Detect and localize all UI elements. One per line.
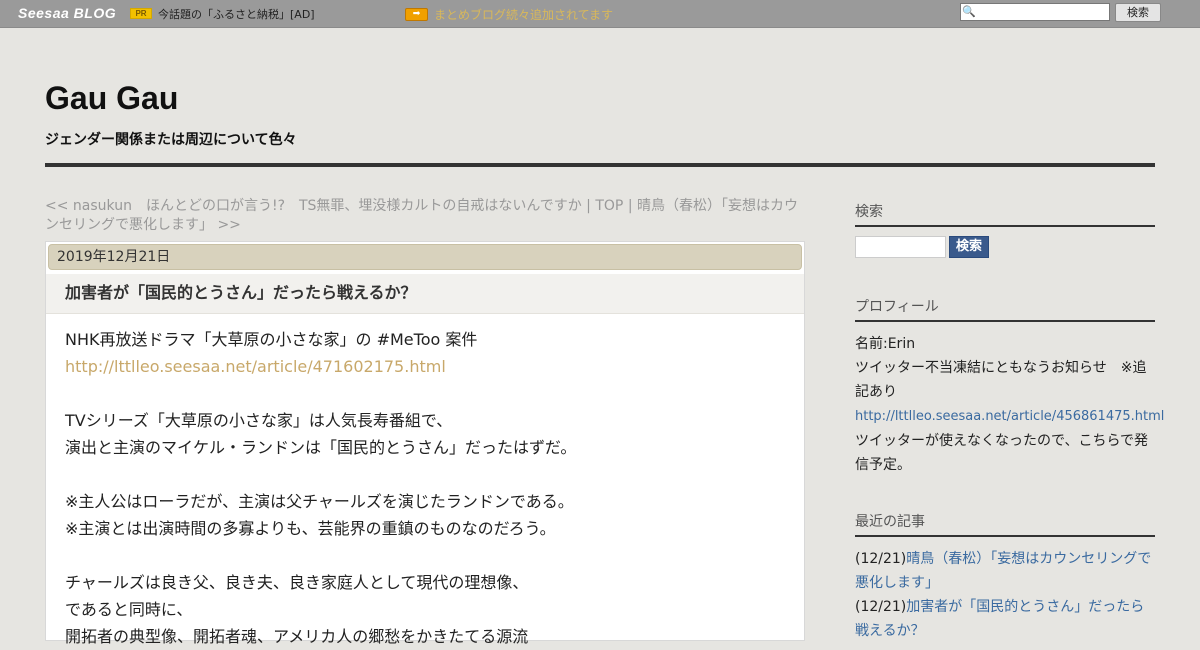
article-title: 加害者が「国民的とうさん」だったら戦えるか？	[46, 274, 804, 314]
sidebar-search-heading: 検索	[855, 201, 1155, 227]
body-line: 開拓者の典型像、開拓者魂、アメリカ人の郷愁をかきたてる源流	[65, 627, 529, 646]
recent-post-item: (12/21)晴鳥（春松）「妄想はカウンセリングで悪化します」	[855, 547, 1155, 595]
pr-ad-link[interactable]: 今話題の「ふるさと納税」[AD]	[158, 6, 315, 22]
top-search-button[interactable]: 検索	[1115, 3, 1161, 22]
body-line: 演出と主演のマイケル・ランドンは「国民的とうさん」だったはずだ。	[65, 438, 577, 457]
sidebar-recent-posts: 最近の記事 (12/21)晴鳥（春松）「妄想はカウンセリングで悪化します」 (1…	[855, 511, 1155, 643]
news-link[interactable]: まとめブログ続々追加されてます	[434, 6, 613, 23]
sidebar-search-button[interactable]: 検索	[949, 236, 989, 258]
top-search-input[interactable]: 🔍	[960, 3, 1110, 21]
seesaa-blog-logo[interactable]: Seesaa BLOG	[18, 5, 116, 21]
profile-notice: ツイッター不当凍結にともなうお知らせ ※追記あり	[855, 360, 1147, 400]
profile-note: ツイッターが使えなくなったので、こちらで発信予定。	[855, 433, 1149, 473]
site-title[interactable]: Gau Gau	[45, 80, 178, 117]
article-date: 2019年12月21日	[48, 244, 802, 270]
body-line: TVシリーズ「大草原の小さな家」は人気長寿番組で、	[65, 411, 453, 430]
arrow-right-icon: ➡	[405, 8, 428, 21]
profile-name: 名前:Erin	[855, 336, 916, 352]
top-link[interactable]: TOP	[595, 198, 623, 214]
recent-post-date: (12/21)	[855, 599, 907, 615]
body-line: であると同時に、	[65, 600, 193, 619]
body-line: チャールズは良き父、良き夫、良き家庭人として現代の理想像、	[65, 573, 529, 592]
article-link[interactable]: http://lttlleo.seesaa.net/article/471602…	[65, 357, 446, 376]
sidebar-search: 検索 検索	[855, 201, 1155, 261]
profile-heading: プロフィール	[855, 296, 1155, 322]
prev-post-link[interactable]: << nasukun ほんとどの口が言う!? TS無罪、埋没様カルトの自戒はない…	[45, 198, 582, 214]
site-description: ジェンダー関係または周辺について色々	[45, 132, 297, 148]
header-divider	[45, 163, 1155, 167]
recent-post-item: (12/21)加害者が「国民的とうさん」だったら戦えるか？	[855, 595, 1155, 643]
body-line: ※主演とは出演時間の多寡よりも、芸能界の重鎮のものなのだろう。	[65, 519, 556, 538]
recent-posts-heading: 最近の記事	[855, 511, 1155, 537]
nav-separator: |	[623, 198, 637, 214]
sidebar-search-input[interactable]	[855, 236, 946, 258]
profile-link[interactable]: http://lttlleo.seesaa.net/article/456861…	[855, 409, 1164, 424]
recent-post-date: (12/21)	[855, 551, 907, 567]
post-navigation: << nasukun ほんとどの口が言う!? TS無罪、埋没様カルトの自戒はない…	[45, 197, 805, 235]
pr-badge: PR	[130, 8, 152, 19]
article-body: NHK再放送ドラマ「大草原の小さな家」の #MeToo 案件 http://lt…	[65, 326, 785, 650]
nav-separator: |	[581, 198, 596, 214]
top-bar: Seesaa BLOG PR 今話題の「ふるさと納税」[AD] ➡ まとめブログ…	[0, 0, 1200, 28]
body-line: ※主人公はローラだが、主演は父チャールズを演じたランドンである。	[65, 492, 574, 511]
search-icon: 🔍	[962, 5, 976, 18]
body-line: NHK再放送ドラマ「大草原の小さな家」の #MeToo 案件	[65, 330, 478, 349]
article: 2019年12月21日 加害者が「国民的とうさん」だったら戦えるか？ NHK再放…	[45, 241, 805, 646]
sidebar-profile: プロフィール 名前:Erin ツイッター不当凍結にともなうお知らせ ※追記あり …	[855, 296, 1164, 477]
